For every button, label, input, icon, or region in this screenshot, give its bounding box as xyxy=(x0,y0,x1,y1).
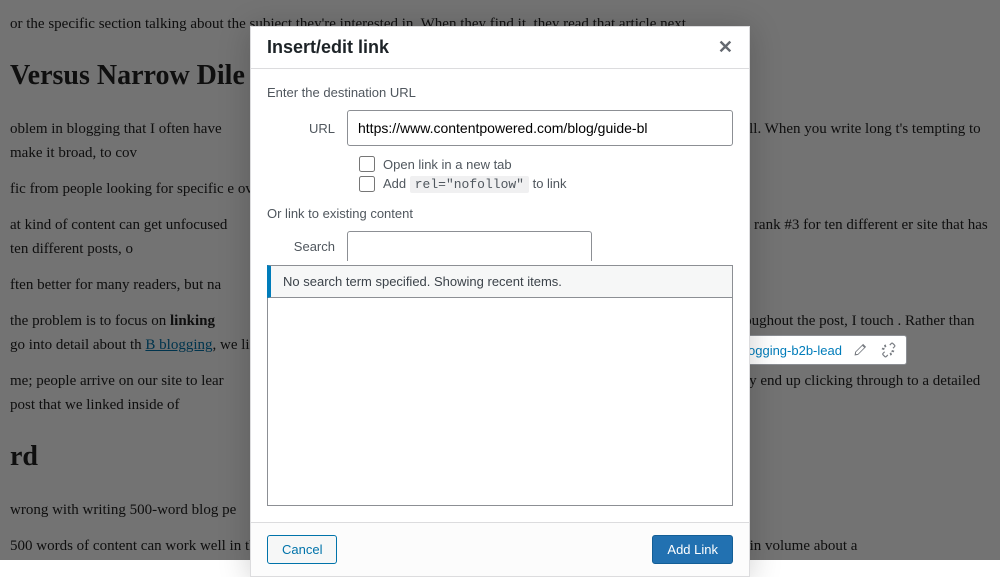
newtab-checkbox[interactable] xyxy=(359,156,375,172)
url-input[interactable] xyxy=(347,110,733,146)
close-icon[interactable]: ✕ xyxy=(718,37,733,58)
nofollow-label: Add rel="nofollow" to link xyxy=(383,176,567,192)
tooltip-url[interactable]: ogging-b2b-lead xyxy=(748,343,842,358)
edit-icon[interactable] xyxy=(850,340,870,360)
insert-link-modal: Insert/edit link ✕ Enter the destination… xyxy=(250,26,750,577)
unlink-icon[interactable] xyxy=(878,340,898,360)
modal-footer: Cancel Add Link xyxy=(251,522,749,576)
search-notice: No search term specified. Showing recent… xyxy=(267,265,733,298)
modal-title: Insert/edit link xyxy=(267,37,389,58)
modal-header: Insert/edit link ✕ xyxy=(251,27,749,69)
search-input[interactable] xyxy=(347,231,592,261)
link-tooltip: ogging-b2b-lead xyxy=(739,335,907,365)
enter-url-label: Enter the destination URL xyxy=(267,85,733,100)
search-label: Search xyxy=(267,239,347,254)
nofollow-checkbox[interactable] xyxy=(359,176,375,192)
results-panel xyxy=(267,298,733,506)
modal-body: Enter the destination URL URL Open link … xyxy=(251,69,749,522)
url-label: URL xyxy=(267,121,347,136)
orlink-label: Or link to existing content xyxy=(267,206,733,221)
newtab-label: Open link in a new tab xyxy=(383,157,512,172)
